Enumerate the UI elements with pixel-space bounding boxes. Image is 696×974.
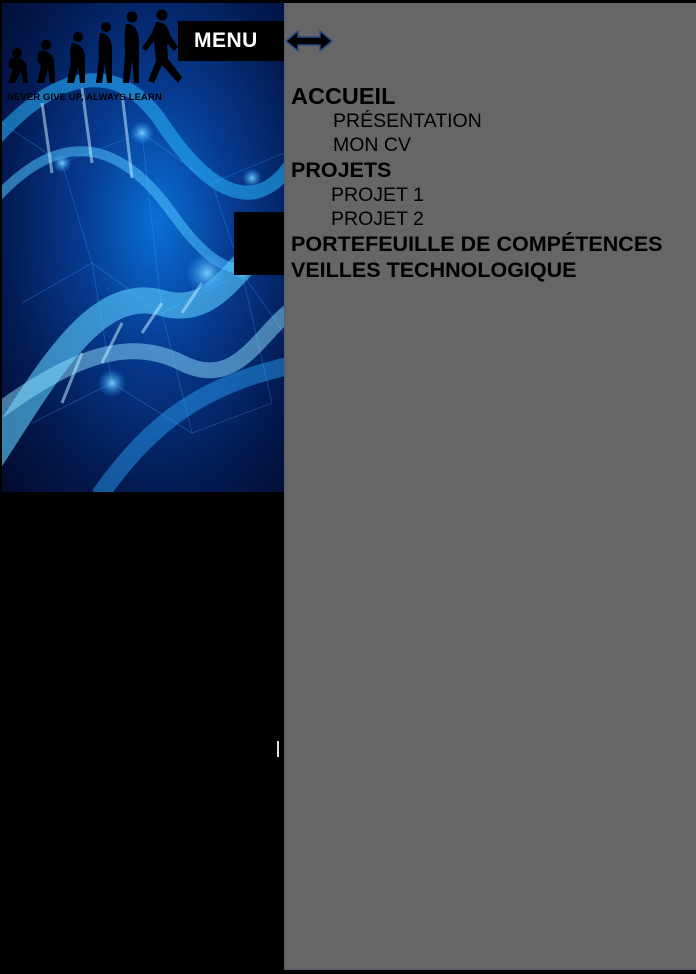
main-navigation: ACCUEIL PRÉSENTATION MON CV PROJETS PROJ… xyxy=(291,83,663,283)
text-cursor xyxy=(277,741,279,757)
nav-item-portefeuille[interactable]: PORTEFEUILLE DE COMPÉTENCES xyxy=(291,231,663,257)
page: NEVER GIVE UP, ALWAYS LEARN MENU ACCUEIL… xyxy=(0,0,696,974)
dark-panel xyxy=(234,212,284,275)
menu-title: MENU xyxy=(178,21,284,61)
human-evolution-logo-icon xyxy=(8,9,182,83)
nav-item-projets[interactable]: PROJETS xyxy=(291,157,663,183)
logo-tagline: NEVER GIVE UP, ALWAYS LEARN xyxy=(7,92,162,103)
nav-item-projet-2[interactable]: PROJET 2 xyxy=(291,207,663,231)
double-arrow-icon[interactable] xyxy=(284,27,334,55)
nav-item-projet-1[interactable]: PROJET 1 xyxy=(291,183,663,207)
nav-item-mon-cv[interactable]: MON CV xyxy=(291,133,663,157)
nav-item-presentation[interactable]: PRÉSENTATION xyxy=(291,109,663,133)
nav-item-accueil[interactable]: ACCUEIL xyxy=(291,83,663,109)
nav-item-veilles[interactable]: VEILLES TECHNOLOGIQUE xyxy=(291,257,663,283)
